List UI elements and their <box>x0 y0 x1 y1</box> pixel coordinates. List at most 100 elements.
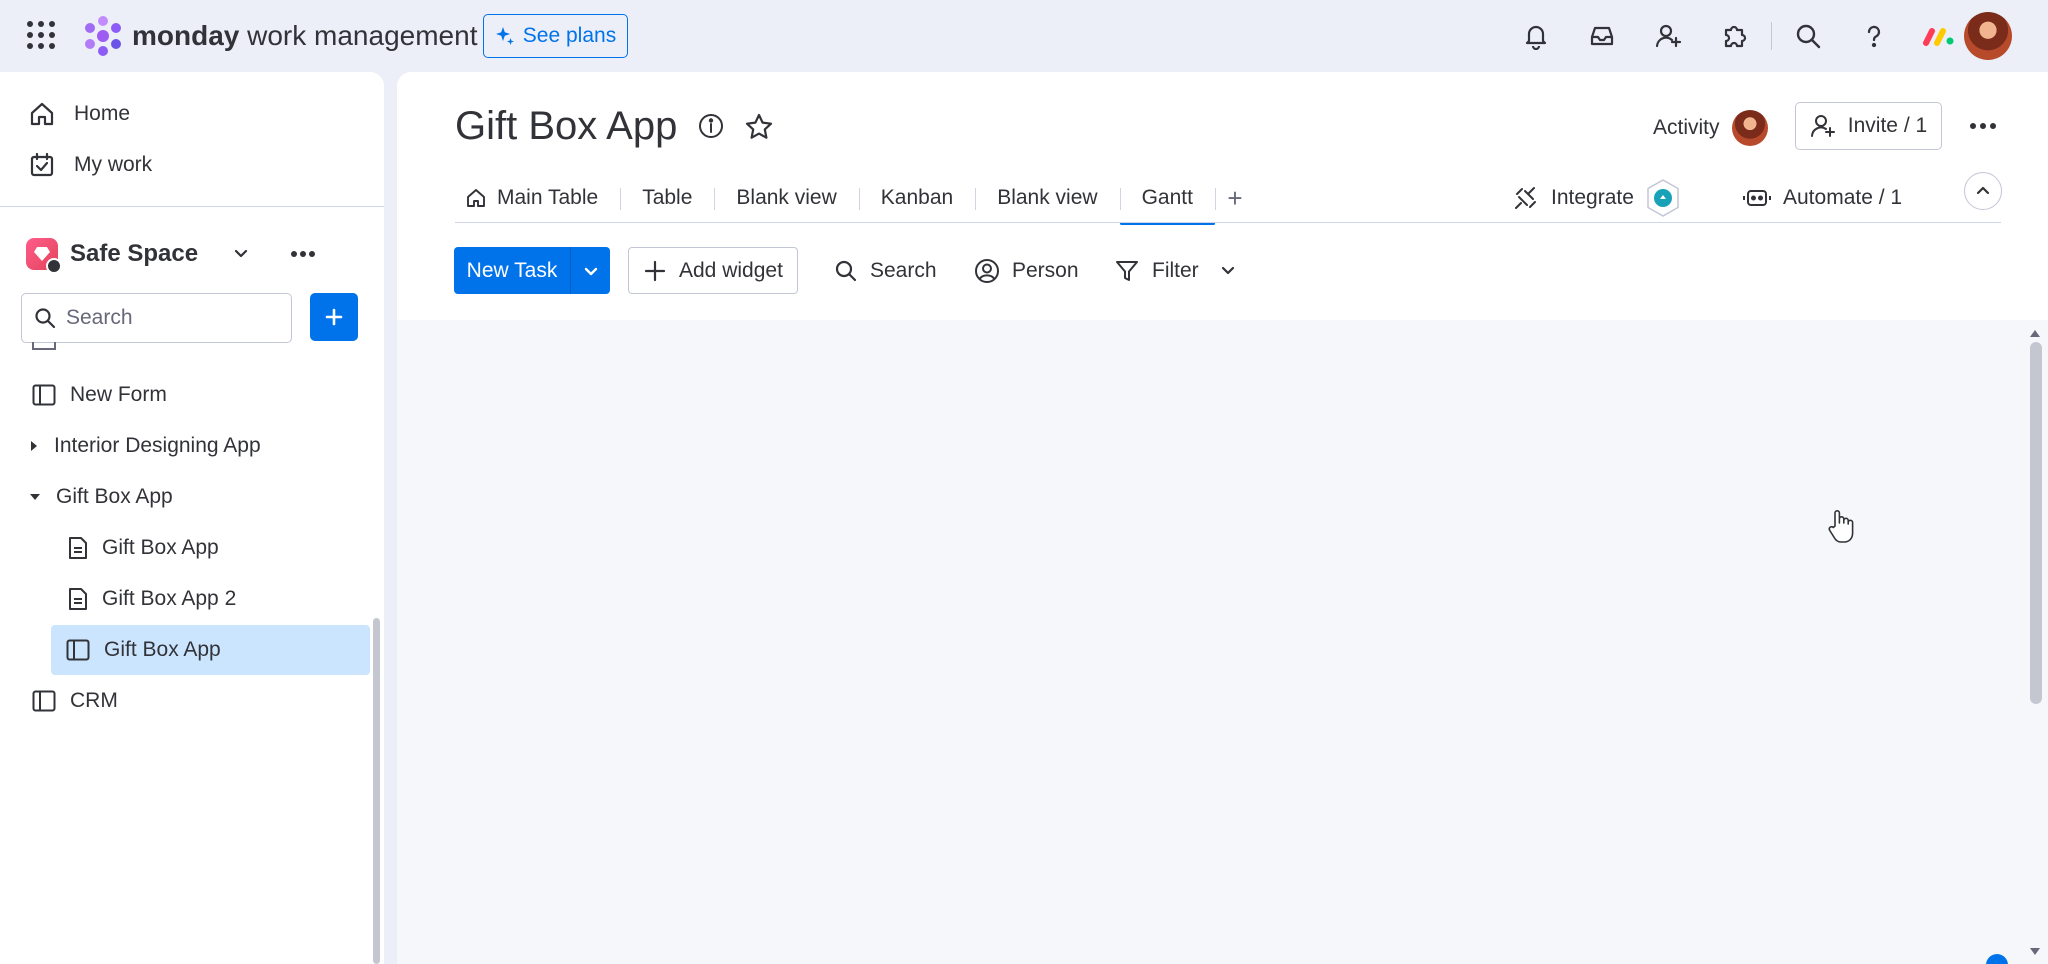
sidebar-item-label: Home <box>74 102 131 125</box>
sidebar-scrollbar[interactable] <box>373 618 380 964</box>
workspace-logo-icon <box>26 238 62 274</box>
integrate-label: Integrate <box>1551 186 1634 209</box>
sidebar-item-label: Interior Designing App <box>54 434 261 457</box>
filter-icon <box>1114 258 1140 284</box>
caret-right-icon <box>28 439 40 453</box>
tab-label: Blank view <box>997 186 1098 209</box>
person-filter-button[interactable]: Person <box>974 247 1079 294</box>
board-icon <box>32 384 56 406</box>
search-button[interactable]: Search <box>834 247 937 294</box>
home-icon <box>28 100 56 128</box>
search-icon <box>34 307 56 329</box>
board-more-icon[interactable] <box>1965 108 2001 144</box>
clipped-list-item <box>32 342 56 350</box>
person-label: Person <box>1012 258 1079 282</box>
sidebar-item-crm[interactable]: CRM <box>32 676 362 726</box>
info-icon[interactable] <box>697 112 727 142</box>
notifications-bell-icon[interactable] <box>1518 18 1554 54</box>
chevron-down-icon[interactable] <box>1219 262 1237 280</box>
user-avatar[interactable] <box>1964 12 2012 60</box>
tab-blank-view-2[interactable]: Blank view <box>975 172 1119 224</box>
search-icon <box>834 259 858 283</box>
activity-label: Activity <box>1653 116 1720 139</box>
person-icon <box>974 258 1000 284</box>
sidebar-item-label: My work <box>74 153 153 176</box>
add-item-button[interactable] <box>310 293 358 341</box>
chevron-down-icon[interactable] <box>232 245 250 263</box>
board-icon <box>32 690 56 712</box>
inbox-icon[interactable] <box>1584 18 1620 54</box>
add-person-icon <box>1810 113 1836 139</box>
sidebar-item-label: CRM <box>70 689 118 712</box>
tab-main-table[interactable]: Main Table <box>455 172 620 224</box>
tab-table[interactable]: Table <box>620 172 714 224</box>
sidebar-item-home[interactable]: Home <box>28 94 130 134</box>
add-widget-button[interactable]: Add widget <box>628 247 798 294</box>
top-bar: monday work management See plans <box>0 0 2048 72</box>
integration-app-icon <box>1646 179 1680 217</box>
scroll-up-arrow-icon[interactable] <box>2030 330 2040 337</box>
search-label: Search <box>870 258 937 282</box>
filter-label: Filter <box>1152 258 1199 282</box>
monday-products-icon[interactable] <box>1918 18 1958 54</box>
add-widget-label: Add widget <box>679 258 783 282</box>
sidebar-search-input[interactable]: Search <box>21 293 292 343</box>
invite-button[interactable]: Invite / 1 <box>1795 102 1942 150</box>
automate-label: Automate / 1 <box>1783 186 1903 209</box>
sparkle-icon <box>495 26 515 46</box>
see-plans-label: See plans <box>522 24 617 47</box>
sidebar-item-gift-box-app-doc[interactable]: Gift Box App <box>68 523 362 573</box>
home-icon <box>465 187 487 209</box>
gantt-content-area[interactable] <box>397 320 2048 964</box>
brand-name: monday work management <box>132 20 478 51</box>
brand-logo[interactable]: monday work management <box>82 14 477 58</box>
chevron-up-icon <box>1975 183 1991 199</box>
calendar-check-icon <box>28 151 56 179</box>
invite-label: Invite / 1 <box>1847 114 1928 137</box>
left-sidebar: Home My work Safe Space Search New Form … <box>0 72 384 964</box>
automate-button[interactable]: Automate / 1 <box>1743 176 1902 220</box>
workspace-more-icon[interactable] <box>290 250 316 258</box>
sidebar-item-label: Gift Box App <box>104 638 221 661</box>
sidebar-item-gift-box-app-2-doc[interactable]: Gift Box App 2 <box>68 574 362 624</box>
activity-button[interactable]: Activity <box>1653 108 1768 148</box>
main-scrollbar-thumb[interactable] <box>2030 342 2042 704</box>
apps-marketplace-icon[interactable] <box>1716 18 1752 54</box>
sidebar-item-gift-box-app-board[interactable]: Gift Box App <box>51 625 370 675</box>
tabs-divider <box>455 222 2001 223</box>
tab-label: Blank view <box>736 186 837 209</box>
page-title[interactable]: Gift Box App <box>455 104 677 149</box>
sidebar-item-my-work[interactable]: My work <box>28 145 152 185</box>
tab-blank-view[interactable]: Blank view <box>714 172 858 224</box>
tab-kanban[interactable]: Kanban <box>858 172 975 224</box>
see-plans-button[interactable]: See plans <box>483 14 628 58</box>
add-view-button[interactable]: + <box>1214 172 1255 224</box>
board-icon <box>66 639 90 661</box>
search-icon[interactable] <box>1790 18 1826 54</box>
new-task-label: New Task <box>466 258 558 282</box>
invite-members-icon[interactable] <box>1650 18 1686 54</box>
scroll-down-arrow-icon[interactable] <box>2030 948 2040 955</box>
sidebar-folder-interior-designing-app[interactable]: Interior Designing App <box>28 421 362 471</box>
filter-button[interactable]: Filter <box>1114 247 1237 294</box>
apps-grid-icon[interactable] <box>26 20 56 50</box>
sidebar-item-label: New Form <box>70 383 167 406</box>
new-task-button[interactable]: New Task <box>454 247 610 294</box>
tab-gantt[interactable]: Gantt <box>1119 172 1216 225</box>
integrate-button[interactable]: Integrate <box>1513 176 1680 220</box>
view-tabs: Main Table Table Blank view Kanban Blank… <box>455 172 1255 225</box>
help-icon[interactable] <box>1856 18 1892 54</box>
sidebar-divider <box>0 206 384 207</box>
sidebar-item-new-form[interactable]: New Form <box>32 370 362 420</box>
sidebar-folder-gift-box-app[interactable]: Gift Box App <box>28 472 362 522</box>
sidebar-item-label: Gift Box App <box>56 485 173 508</box>
monday-logo-icon <box>82 15 124 57</box>
collapse-header-button[interactable] <box>1964 172 2002 210</box>
tab-label: Main Table <box>497 186 599 209</box>
topbar-divider <box>1771 22 1772 50</box>
chevron-down-icon[interactable] <box>571 263 610 279</box>
workspace-selector[interactable]: Safe Space <box>26 232 366 276</box>
favorite-star-icon[interactable] <box>744 112 774 142</box>
document-icon <box>68 536 88 560</box>
search-placeholder: Search <box>66 306 133 329</box>
